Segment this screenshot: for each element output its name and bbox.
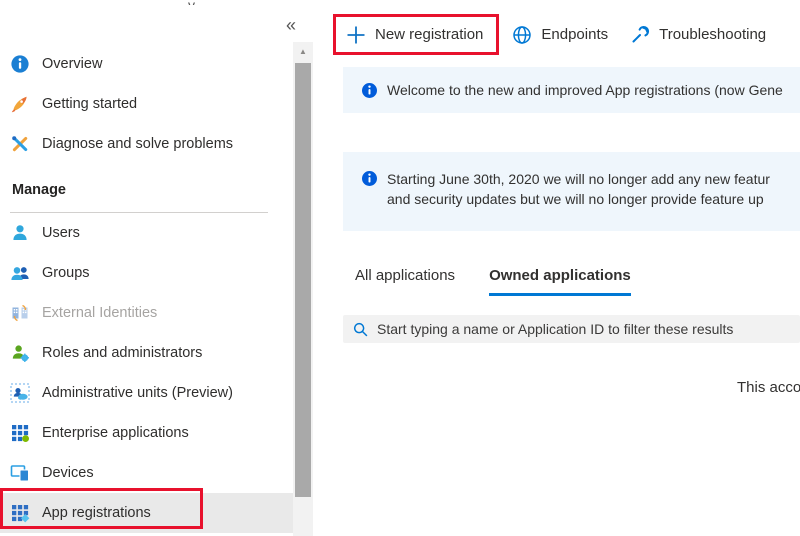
sidebar-item-label: Diagnose and solve problems bbox=[42, 136, 233, 152]
sidebar-item-app-registrations[interactable]: App registrations bbox=[0, 493, 293, 533]
application-filter-input[interactable] bbox=[377, 315, 800, 343]
sidebar-item-getting-started[interactable]: Getting started bbox=[0, 84, 293, 124]
tab-all-applications[interactable]: All applications bbox=[355, 267, 455, 296]
new-registration-red-box: New registration bbox=[333, 14, 499, 55]
search-icon bbox=[353, 322, 368, 337]
info-icon bbox=[362, 171, 377, 186]
sidebar-item-diagnose[interactable]: Diagnose and solve problems bbox=[0, 124, 293, 164]
info-icon bbox=[10, 54, 30, 74]
user-icon bbox=[10, 223, 30, 243]
sidebar-item-admin-units[interactable]: Administrative units (Preview) bbox=[0, 373, 293, 413]
enterprise-apps-icon bbox=[10, 423, 30, 443]
roles-icon bbox=[10, 343, 30, 363]
sidebar-item-label: External Identities bbox=[42, 305, 157, 321]
sidebar-item-label: Enterprise applications bbox=[42, 425, 189, 441]
deprecation-banner-line2: and security updates but we will no long… bbox=[387, 189, 770, 209]
plus-icon bbox=[346, 25, 366, 45]
group-icon bbox=[10, 263, 30, 283]
sidebar-item-devices[interactable]: Devices bbox=[0, 453, 293, 493]
endpoints-button[interactable]: Endpoints bbox=[512, 25, 608, 45]
endpoints-label: Endpoints bbox=[541, 26, 608, 43]
admin-units-icon bbox=[10, 383, 30, 403]
devices-icon bbox=[10, 463, 30, 483]
sidebar-item-overview[interactable]: Overview bbox=[0, 44, 293, 84]
application-filter-searchbox bbox=[343, 315, 800, 343]
troubleshooting-button[interactable]: Troubleshooting bbox=[630, 25, 766, 45]
new-registration-button[interactable]: New registration bbox=[346, 25, 483, 45]
sidebar-section-manage: Manage bbox=[0, 176, 293, 204]
scrollbar-thumb[interactable] bbox=[295, 63, 311, 497]
rocket-icon bbox=[10, 94, 30, 114]
sidebar-item-external-identities[interactable]: External Identities bbox=[0, 293, 293, 333]
welcome-banner-text: Welcome to the new and improved App regi… bbox=[387, 80, 783, 100]
wrench-icon bbox=[630, 25, 650, 45]
sidebar-item-enterprise-apps[interactable]: Enterprise applications bbox=[0, 413, 293, 453]
info-icon bbox=[362, 83, 377, 98]
sidebar-scrollbar[interactable]: ▲ bbox=[293, 42, 313, 536]
sidebar-item-label: App registrations bbox=[42, 505, 151, 521]
scroll-up-arrow-icon[interactable]: ▲ bbox=[293, 42, 313, 62]
deprecation-banner-line1: Starting June 30th, 2020 we will no long… bbox=[387, 169, 770, 189]
account-info-partial-text: This acco bbox=[737, 379, 800, 396]
troubleshooting-label: Troubleshooting bbox=[659, 26, 766, 43]
applications-tabs: All applications Owned applications bbox=[355, 267, 631, 296]
globe-icon bbox=[512, 25, 532, 45]
external-identities-icon bbox=[10, 303, 30, 323]
sidebar-item-label: Users bbox=[42, 225, 80, 241]
app-registrations-page: y « Overview Getting started Diagnose an bbox=[0, 0, 800, 536]
sidebar-item-label: Devices bbox=[42, 465, 94, 481]
sidebar-item-label: Groups bbox=[42, 265, 90, 281]
app-registrations-icon bbox=[10, 503, 30, 523]
sidebar-item-roles[interactable]: Roles and administrators bbox=[0, 333, 293, 373]
sidebar-item-label: Administrative units (Preview) bbox=[42, 385, 233, 401]
command-bar: New registration Endpoints Troubleshooti… bbox=[333, 14, 766, 55]
sidebar-item-label: Roles and administrators bbox=[42, 345, 202, 361]
sidebar-nav: Overview Getting started Diagnose and so… bbox=[0, 0, 293, 533]
deprecation-banner: Starting June 30th, 2020 we will no long… bbox=[343, 152, 800, 231]
sidebar-item-users[interactable]: Users bbox=[0, 213, 293, 253]
crossed-tools-icon bbox=[10, 134, 30, 154]
sidebar: y « Overview Getting started Diagnose an bbox=[0, 0, 313, 536]
new-registration-label: New registration bbox=[375, 26, 483, 43]
sidebar-item-label: Overview bbox=[42, 56, 102, 72]
tab-owned-applications[interactable]: Owned applications bbox=[489, 267, 631, 296]
sidebar-item-label: Getting started bbox=[42, 96, 137, 112]
sidebar-item-groups[interactable]: Groups bbox=[0, 253, 293, 293]
welcome-banner: Welcome to the new and improved App regi… bbox=[343, 67, 800, 113]
